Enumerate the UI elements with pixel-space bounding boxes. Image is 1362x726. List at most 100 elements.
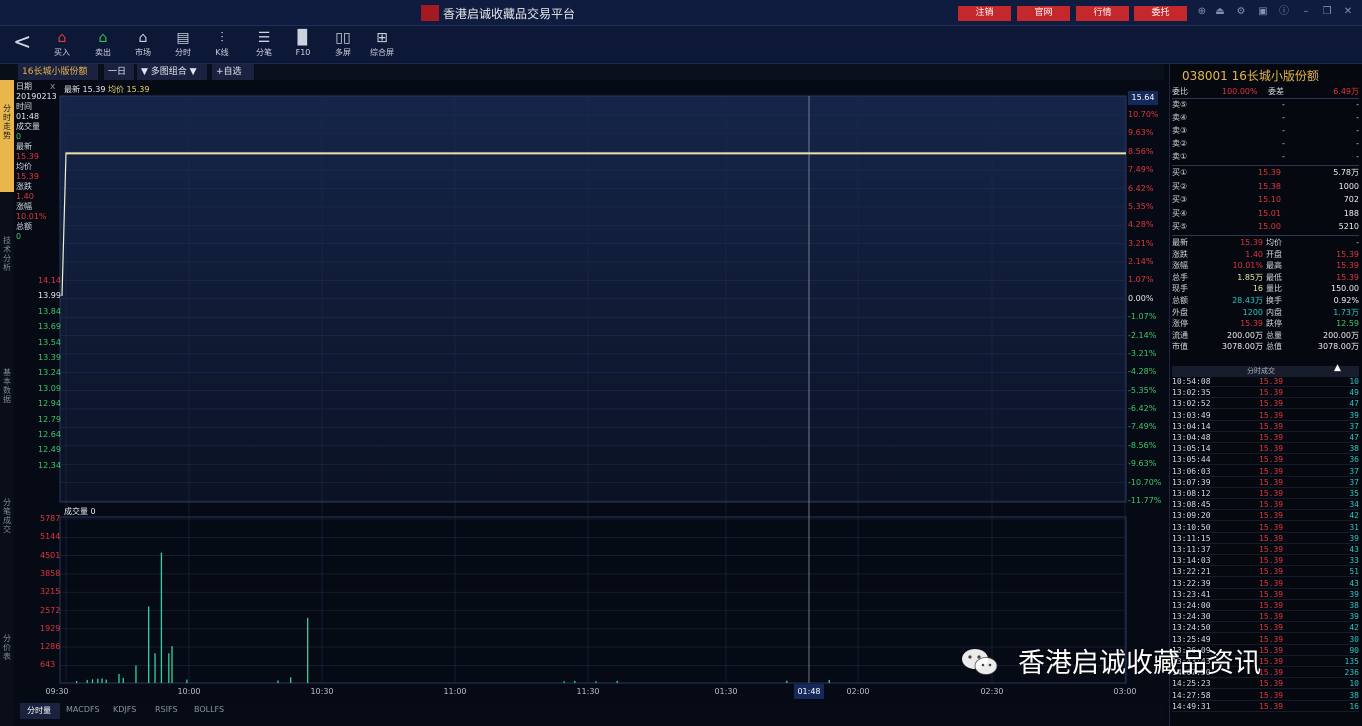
stat-value: 12.59: [1336, 319, 1359, 329]
trade-time: 14:25:23: [1172, 679, 1211, 689]
stat-value: 3078.00万: [1317, 342, 1359, 352]
trade-volume: 39: [1349, 410, 1359, 420]
trade-row: 13:23:41 15.39 39: [1172, 590, 1359, 600]
pct-axis-label: 9.63%: [1128, 128, 1154, 138]
trade-time: 13:08:12: [1172, 489, 1211, 498]
pct-axis-label: 1.07%: [1128, 275, 1154, 285]
stat-row: 市值 3078.00万 总值 3078.00万: [1172, 342, 1359, 352]
trade-row: 14:25:23 15.39 10: [1172, 679, 1359, 690]
volume-legend: 成交量 0: [64, 507, 96, 516]
stat-label: 总额: [1172, 296, 1188, 305]
trade-volume: 37: [1349, 466, 1359, 476]
tab-rsi[interactable]: RSIFS: [155, 705, 178, 714]
webi-value: 100.00%: [1222, 87, 1258, 96]
trade-volume: 10: [1349, 377, 1359, 386]
price-axis-label: 13.39: [38, 353, 61, 362]
stat-value: 15.39: [1336, 272, 1359, 282]
stat-value: 150.00: [1331, 284, 1359, 294]
volume-axis-label: 643: [40, 660, 56, 670]
webi-label: 委比: [1172, 87, 1188, 96]
trade-volume: 38: [1349, 444, 1359, 454]
trade-time: 13:09:20: [1172, 511, 1211, 521]
price-axis-label: 13.54: [38, 337, 61, 347]
price-axis-label: 12.64: [38, 430, 61, 439]
stat-value: 15.39: [1336, 261, 1359, 271]
indicator-tabs: [14, 703, 1164, 719]
trade-time: 13:24:30: [1172, 612, 1211, 622]
trade-price: 15.39: [1259, 455, 1284, 465]
bid-label: 买①: [1172, 168, 1188, 177]
price-line: [61, 152, 1126, 297]
ask-volume: -: [1356, 126, 1359, 135]
trade-price: 15.39: [1259, 567, 1284, 577]
trade-row: 13:24:30 15.39 39: [1172, 612, 1359, 623]
trade-volume: 16: [1349, 701, 1359, 711]
trade-price: 15.39: [1259, 668, 1284, 678]
ask-volume: -: [1356, 139, 1359, 148]
pct-axis-label: 4.28%: [1128, 220, 1154, 230]
tab-kdj[interactable]: KDJFS: [113, 705, 136, 714]
trade-row: 13:08:45 15.39 34: [1172, 500, 1359, 511]
trade-time: 14:27:58: [1172, 690, 1211, 700]
stat-value: 1.40: [1245, 249, 1263, 259]
stat-row: 涨停 15.39 跌停 12.59: [1172, 319, 1359, 329]
trade-row: 13:04:48 15.39 47: [1172, 433, 1359, 443]
trade-time: 10:54:08: [1172, 377, 1211, 386]
bid-row: 买④ 15.01 188: [1172, 209, 1359, 219]
trade-row: 13:24:50 15.39 42: [1172, 623, 1359, 634]
bid-price: 15.38: [1258, 181, 1281, 191]
pct-axis-label: 6.42%: [1128, 183, 1154, 193]
bid-row: 买③ 15.10 702: [1172, 195, 1359, 205]
trade-time: 13:03:49: [1172, 410, 1211, 420]
price-axis-label: 13.69: [38, 322, 61, 332]
pct-axis-label: 3.21%: [1128, 238, 1154, 248]
trade-volume: 36: [1349, 455, 1359, 465]
pct-axis-label: 0.00%: [1128, 293, 1154, 303]
trade-price: 15.39: [1259, 489, 1284, 498]
stat-value: 28.43万: [1232, 296, 1263, 305]
trade-time: 13:11:15: [1172, 533, 1211, 543]
bid-price: 15.39: [1258, 168, 1281, 177]
divider: [1172, 165, 1359, 166]
watermark-text: 香港启诚收藏品资讯: [1018, 648, 1261, 679]
trade-row: 13:06:03 15.39 37: [1172, 467, 1359, 477]
time-axis-label: 09:30: [45, 687, 69, 696]
trade-price: 15.39: [1259, 377, 1284, 386]
trade-time: 14:49:31: [1172, 701, 1211, 711]
tab-volume[interactable]: 分时量: [27, 705, 51, 716]
trade-row: 13:10:50 15.39 31: [1172, 523, 1359, 533]
trade-volume: 37: [1349, 421, 1359, 431]
stat-label: 涨停: [1172, 319, 1188, 329]
volume-axis-label: 1929: [40, 623, 61, 633]
tab-macd[interactable]: MACDFS: [66, 705, 100, 714]
trade-volume: 236: [1344, 668, 1359, 678]
time-axis-label: 11:00: [443, 687, 467, 696]
ask-label: 卖⑤: [1172, 100, 1188, 109]
trade-row: 13:04:14 15.39 37: [1172, 422, 1359, 432]
trade-price: 15.39: [1259, 601, 1284, 610]
volume-axis-label: 4501: [40, 550, 61, 560]
trade-volume: 135: [1344, 657, 1359, 666]
stat-label: 跌停: [1266, 319, 1282, 329]
stat-value: 15.39: [1336, 249, 1359, 259]
trade-time: 13:05:14: [1172, 444, 1211, 454]
trade-row: 13:05:14 15.39 38: [1172, 444, 1359, 455]
stat-label: 市值: [1172, 342, 1188, 352]
ask-price: -: [1282, 113, 1285, 122]
pct-axis-label: -1.07%: [1128, 312, 1157, 322]
bid-label: 买④: [1172, 208, 1188, 218]
trade-time: 13:04:14: [1172, 421, 1211, 431]
trade-time: 13:22:21: [1172, 567, 1211, 577]
bid-volume: 5.78万: [1333, 168, 1359, 177]
divider: [1172, 235, 1359, 236]
stat-row: 涨幅 10.01% 最高 15.39: [1172, 261, 1359, 271]
trade-row: 14:49:31 15.39 16: [1172, 702, 1359, 712]
trade-time: 13:02:35: [1172, 388, 1211, 398]
ask-volume: -: [1356, 113, 1359, 122]
stat-label: 均价: [1266, 238, 1282, 247]
stat-value: 10.01%: [1232, 261, 1263, 271]
scroll-up-icon[interactable]: ▲: [1334, 363, 1341, 373]
trade-row: 13:08:12 15.39 35: [1172, 489, 1359, 499]
tab-boll[interactable]: BOLLFS: [194, 705, 224, 714]
trade-time: 13:14:03: [1172, 556, 1211, 566]
